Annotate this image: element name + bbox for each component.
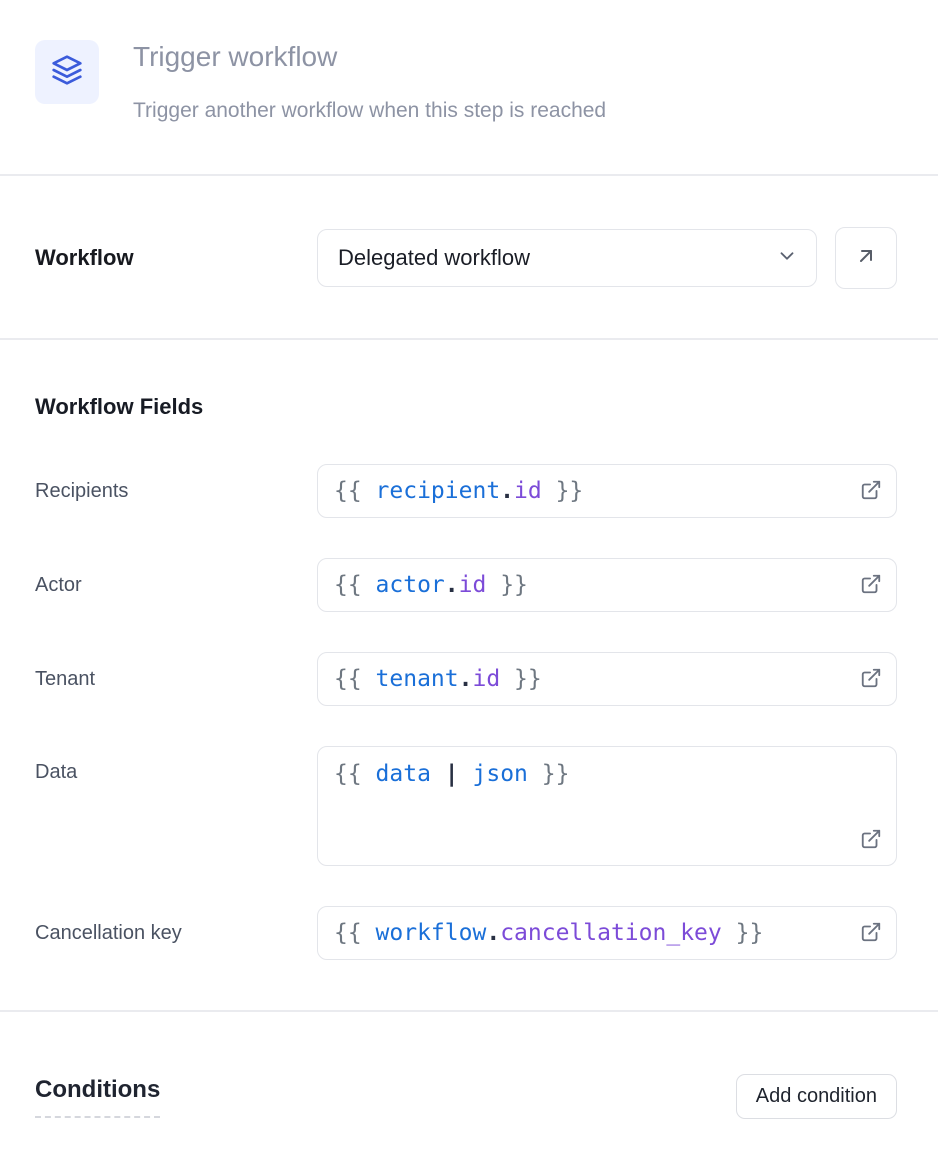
- field-row: Recipients {{ recipient.id }}: [35, 464, 897, 518]
- workflow-select[interactable]: Delegated workflow: [317, 229, 817, 287]
- liquid-token: {{: [334, 478, 376, 504]
- liquid-token: id: [514, 478, 542, 504]
- liquid-code: {{ data | json }}: [334, 759, 882, 789]
- liquid-token: }}: [528, 761, 570, 787]
- liquid-code: {{ workflow.cancellation_key }}: [334, 918, 860, 948]
- liquid-token: actor: [376, 572, 445, 598]
- liquid-token: }}: [500, 666, 542, 692]
- liquid-input[interactable]: {{ recipient.id }}: [317, 464, 897, 518]
- step-header-text: Trigger workflow Trigger another workflo…: [133, 40, 897, 124]
- liquid-code: {{ tenant.id }}: [334, 664, 860, 694]
- liquid-token: {{: [334, 920, 376, 946]
- liquid-token: {{: [334, 761, 376, 787]
- workflow-fields-heading: Workflow Fields: [35, 394, 897, 420]
- spacer: [35, 960, 897, 1010]
- open-editor-button[interactable]: [860, 667, 882, 692]
- workflow-label: Workflow: [35, 245, 317, 271]
- add-condition-button[interactable]: Add condition: [736, 1074, 897, 1119]
- liquid-token: {{: [334, 666, 376, 692]
- liquid-token: .: [445, 572, 459, 598]
- open-editor-button[interactable]: [860, 573, 882, 598]
- liquid-token: id: [473, 666, 501, 692]
- liquid-token: json: [473, 761, 528, 787]
- liquid-token: tenant: [376, 666, 459, 692]
- liquid-token: data: [376, 761, 431, 787]
- field-row: Tenant {{ tenant.id }}: [35, 652, 897, 706]
- conditions-section: Conditions Add condition: [0, 1012, 938, 1119]
- field-label: Cancellation key: [35, 922, 317, 945]
- open-editor-button[interactable]: [860, 479, 882, 504]
- field-label: Tenant: [35, 668, 317, 691]
- liquid-token: }}: [486, 572, 528, 598]
- open-editor-button[interactable]: [860, 828, 882, 853]
- liquid-token: |: [445, 761, 459, 787]
- liquid-token: .: [486, 920, 500, 946]
- external-link-icon: [860, 667, 882, 692]
- liquid-code: {{ recipient.id }}: [334, 476, 860, 506]
- conditions-heading: Conditions: [35, 1076, 160, 1118]
- liquid-token: .: [459, 666, 473, 692]
- workflow-select-value: Delegated workflow: [338, 245, 776, 271]
- liquid-input[interactable]: {{ tenant.id }}: [317, 652, 897, 706]
- liquid-token: [459, 761, 473, 787]
- page-subtitle: Trigger another workflow when this step …: [133, 98, 897, 124]
- arrow-up-right-icon: [854, 244, 878, 273]
- workflow-fields-list: Recipients {{ recipient.id }} Actor {{ a…: [35, 464, 897, 960]
- field-label: Recipients: [35, 480, 317, 503]
- liquid-token: recipient: [376, 478, 501, 504]
- liquid-token: cancellation_key: [500, 920, 722, 946]
- field-row: Data {{ data | json }}: [35, 746, 897, 866]
- external-link-icon: [860, 921, 882, 946]
- liquid-token: workflow: [376, 920, 487, 946]
- liquid-input[interactable]: {{ actor.id }}: [317, 558, 897, 612]
- field-row: Actor {{ actor.id }}: [35, 558, 897, 612]
- liquid-input[interactable]: {{ workflow.cancellation_key }}: [317, 906, 897, 960]
- step-icon-badge: [35, 40, 99, 104]
- workflow-fields-section: Workflow Fields Recipients {{ recipient.…: [0, 340, 938, 1010]
- external-link-icon: [860, 828, 882, 853]
- step-header: Trigger workflow Trigger another workflo…: [0, 0, 938, 174]
- liquid-token: .: [500, 478, 514, 504]
- page-title: Trigger workflow: [133, 40, 897, 74]
- liquid-token: }}: [542, 478, 584, 504]
- liquid-token: id: [459, 572, 487, 598]
- external-link-icon: [860, 573, 882, 598]
- field-label: Actor: [35, 574, 317, 597]
- open-workflow-button[interactable]: [835, 227, 897, 289]
- liquid-token: }}: [722, 920, 764, 946]
- liquid-token: {{: [334, 572, 376, 598]
- field-row: Cancellation key {{ workflow.cancellatio…: [35, 906, 897, 960]
- chevron-down-icon: [776, 245, 798, 272]
- field-label: Data: [35, 761, 317, 784]
- layers-icon: [51, 54, 83, 91]
- trigger-workflow-panel: Trigger workflow Trigger another workflo…: [0, 0, 938, 1164]
- liquid-code: {{ actor.id }}: [334, 570, 860, 600]
- liquid-input[interactable]: {{ data | json }}: [317, 746, 897, 866]
- open-editor-button[interactable]: [860, 921, 882, 946]
- external-link-icon: [860, 479, 882, 504]
- liquid-token: [431, 761, 445, 787]
- workflow-select-row: Workflow Delegated workflow: [0, 176, 938, 338]
